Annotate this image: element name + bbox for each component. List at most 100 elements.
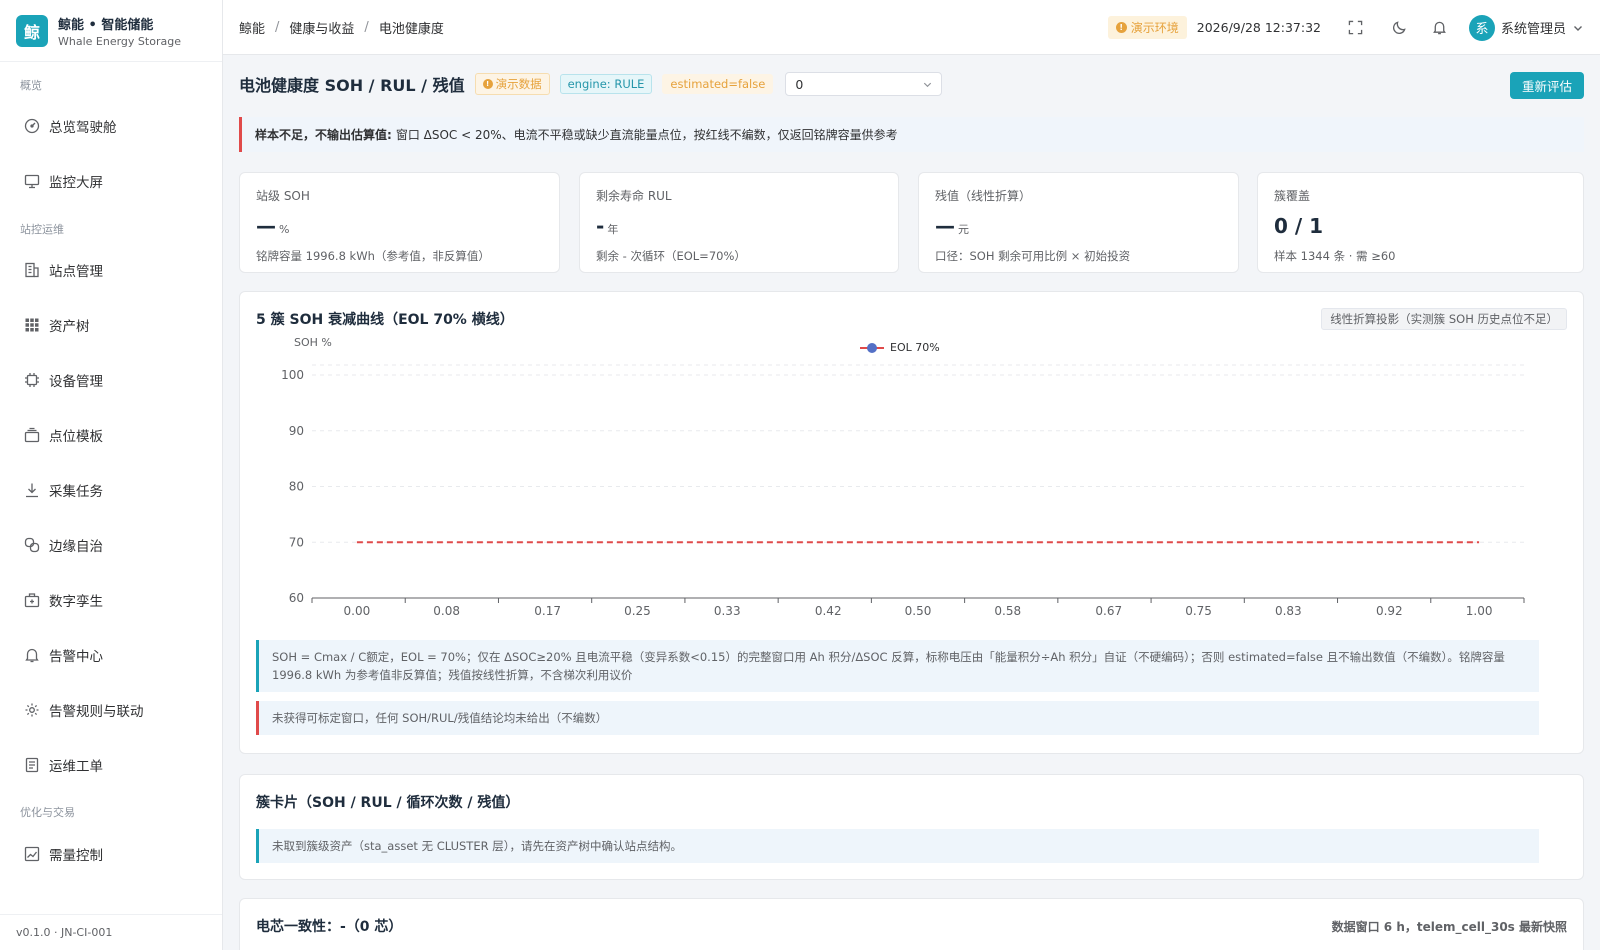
version-label: v0.1.0 · JN-CI-001 xyxy=(0,914,222,950)
page-title: 电池健康度 SOH / RUL / 残值 xyxy=(239,76,465,95)
x-tick-label: 0.17 xyxy=(534,604,561,618)
x-tick-label: 0.50 xyxy=(905,604,932,618)
kpi-unit: 元 xyxy=(958,223,969,236)
x-tick-label: 0.83 xyxy=(1275,604,1302,618)
cluster-missing-note: 未取到簇级资产（sta_asset 无 CLUSTER 层），请先在资产树中确认… xyxy=(256,829,1539,863)
sidebar-item-label: 资产树 xyxy=(49,319,90,335)
sidebar-item-digital-twin[interactable]: 数字孪生 xyxy=(0,580,222,620)
kpi-label: 站级 SOH xyxy=(256,189,310,203)
chip-icon xyxy=(23,371,41,389)
kpi-label: 簇覆盖 xyxy=(1274,189,1311,203)
breadcrumb: 鲸能 / 健康与收益 / 电池健康度 xyxy=(239,18,444,37)
fullscreen-icon[interactable] xyxy=(1347,19,1365,37)
sidebar-item-edge-autonomy[interactable]: 边缘自治 xyxy=(0,525,222,565)
chevron-down-icon xyxy=(924,82,932,88)
kpi-unit: 年 xyxy=(607,223,619,236)
x-tick-label: 0.42 xyxy=(815,604,842,618)
breadcrumb-separator: / xyxy=(364,19,369,35)
sidebar-item-sites[interactable]: 站点管理 xyxy=(0,250,222,290)
kpi-value-wrap: —% xyxy=(256,214,543,240)
sidebar-item-alarm-center[interactable]: 告警中心 xyxy=(0,635,222,675)
legend-item-label: EOL 70% xyxy=(890,341,940,354)
brand[interactable]: 鲸 鲸能 • 智能储能 Whale Energy Storage xyxy=(0,0,222,62)
reestimate-button[interactable]: 重新评估 xyxy=(1509,72,1584,99)
engine-tag: engine: RULE xyxy=(559,74,653,94)
cluster-card: 簇卡片（SOH / RUL / 循环次数 / 残值） 未取到簇级资产（sta_a… xyxy=(239,774,1584,880)
template-icon xyxy=(23,426,41,444)
kpi-card-residual-value: 残值（线性折算） — 元 口径：SOH 剩余可用比例 × 初始投资 xyxy=(918,172,1239,273)
kpi-subtext: 口径：SOH 剩余可用比例 × 初始投资 xyxy=(935,249,1131,263)
sidebar-item-demand-control[interactable]: 需量控制 xyxy=(0,834,222,874)
soh-chart: SOH % 100 90 80 70 60 0.00 0.08 0.17 0.25 0.33 0.42… xyxy=(281,336,1525,618)
sidebar-item-label: 点位模板 xyxy=(49,429,103,445)
sidebar-item-alarm-rules[interactable]: 告警规则与联动 xyxy=(0,690,222,730)
sidebar-item-label: 边缘自治 xyxy=(49,539,103,555)
breadcrumb-item[interactable]: 健康与收益 xyxy=(289,18,354,37)
box-icon xyxy=(23,591,41,609)
sidebar-item-label: 告警中心 xyxy=(49,649,103,665)
sidebar-item-label: 站点管理 xyxy=(49,264,103,280)
document-icon xyxy=(23,756,41,774)
x-tick-label: 0.08 xyxy=(433,604,460,618)
breadcrumb-item-current: 电池健康度 xyxy=(378,21,444,37)
chart-legend[interactable]: EOL 70% xyxy=(860,341,940,354)
sidebar-item-label: 采集任务 xyxy=(49,484,103,500)
kpi-value-wrap: — 元 xyxy=(935,214,1222,240)
grid-icon xyxy=(23,316,41,334)
sidebar-item-asset-tree[interactable]: 资产树 xyxy=(0,305,222,345)
kpi-label: 剩余寿命 RUL xyxy=(596,189,672,203)
x-tick-label: 0.00 xyxy=(344,604,371,618)
x-tick-label: 0.25 xyxy=(624,604,651,618)
breadcrumb-separator: / xyxy=(275,19,280,35)
brand-subtitle: Whale Energy Storage xyxy=(58,34,181,48)
sidebar: 鲸 鲸能 • 智能储能 Whale Energy Storage 概览 总览驾驶… xyxy=(0,0,223,950)
sidebar-item-label: 告警规则与联动 xyxy=(49,704,144,720)
alert-text: 窗口 ΔSOC < 20%、电流不平稳或缺少直流能量点位，按红线不编数，仅返回铭… xyxy=(395,128,898,142)
x-tick-label: 0.33 xyxy=(714,604,741,618)
sidebar-item-point-templates[interactable]: 点位模板 xyxy=(0,415,222,455)
kpi-subtext: 样本 1344 条 · 需 ≥60 xyxy=(1274,249,1396,263)
x-tick-label: 0.92 xyxy=(1376,604,1403,618)
sidebar-item-work-orders[interactable]: 运维工单 xyxy=(0,745,222,785)
notification-bell-icon[interactable] xyxy=(1431,19,1449,37)
chevron-down-icon[interactable] xyxy=(1572,22,1584,34)
card-title: 簇卡片（SOH / RUL / 循环次数 / 残值） xyxy=(256,795,520,811)
kpi-card-station-soh: 站级 SOH —% 铭牌容量 1996.8 kWh（参考值，非反算值） xyxy=(239,172,560,273)
demo-data-tag: ! 演示数据 xyxy=(474,73,550,95)
kpi-subtext: 剩余 - 次循环（EOL=70%） xyxy=(596,249,746,263)
environment-label: 演示环境 xyxy=(1130,21,1179,35)
kpi-label: 残值（线性折算） xyxy=(935,189,1032,203)
chart-icon xyxy=(23,845,41,863)
y-tick-label: 60 xyxy=(289,591,304,605)
nav-group-optimization: 优化与交易 xyxy=(20,806,75,819)
y-tick-label: 80 xyxy=(289,480,304,494)
gear-icon xyxy=(23,701,41,719)
top-header: 鲸能 / 健康与收益 / 电池健康度 ! 演示环境 2026/9/28 12:3… xyxy=(223,0,1600,55)
y-tick-label: 70 xyxy=(289,535,304,549)
nav-group-overview: 概览 xyxy=(20,79,42,92)
dark-mode-moon-icon[interactable] xyxy=(1391,19,1409,37)
sidebar-item-label: 需量控制 xyxy=(49,848,103,864)
sidebar-item-devices[interactable]: 设备管理 xyxy=(0,360,222,400)
breadcrumb-item[interactable]: 鲸能 xyxy=(239,18,265,37)
avatar[interactable]: 系 xyxy=(1468,14,1495,41)
warning-icon: ! xyxy=(482,79,493,89)
cluster-select-value: 0 xyxy=(795,76,804,92)
sidebar-item-collection-tasks[interactable]: 采集任务 xyxy=(0,470,222,510)
kpi-value-wrap: 0 / 1 xyxy=(1274,214,1567,240)
x-tick-label: 0.67 xyxy=(1095,604,1122,618)
estimated-tag: estimated=false xyxy=(662,74,774,94)
nav-group-station-ops: 站控运维 xyxy=(20,223,64,236)
cluster-select[interactable]: 0 xyxy=(785,72,943,96)
soh-warning-note: 未获得可标定窗口，任何 SOH/RUL/残值结论均未给出（不编数） xyxy=(256,701,1539,735)
kpi-value-wrap: -年 xyxy=(596,214,882,240)
sidebar-item-dashboard[interactable]: 总览驾驶舱 xyxy=(0,106,222,146)
kpi-card-rul: 剩余寿命 RUL -年 剩余 - 次循环（EOL=70%） xyxy=(579,172,899,273)
x-tick-label: 0.75 xyxy=(1185,604,1212,618)
user-name[interactable]: 系统管理员 xyxy=(1501,18,1566,37)
y-tick-label: 90 xyxy=(289,424,304,438)
demo-data-label: 演示数据 xyxy=(495,77,542,91)
sidebar-item-monitor-screen[interactable]: 监控大屏 xyxy=(0,161,222,201)
sidebar-item-label: 总览驾驶舱 xyxy=(49,120,117,136)
legend-marker-icon xyxy=(860,342,884,353)
